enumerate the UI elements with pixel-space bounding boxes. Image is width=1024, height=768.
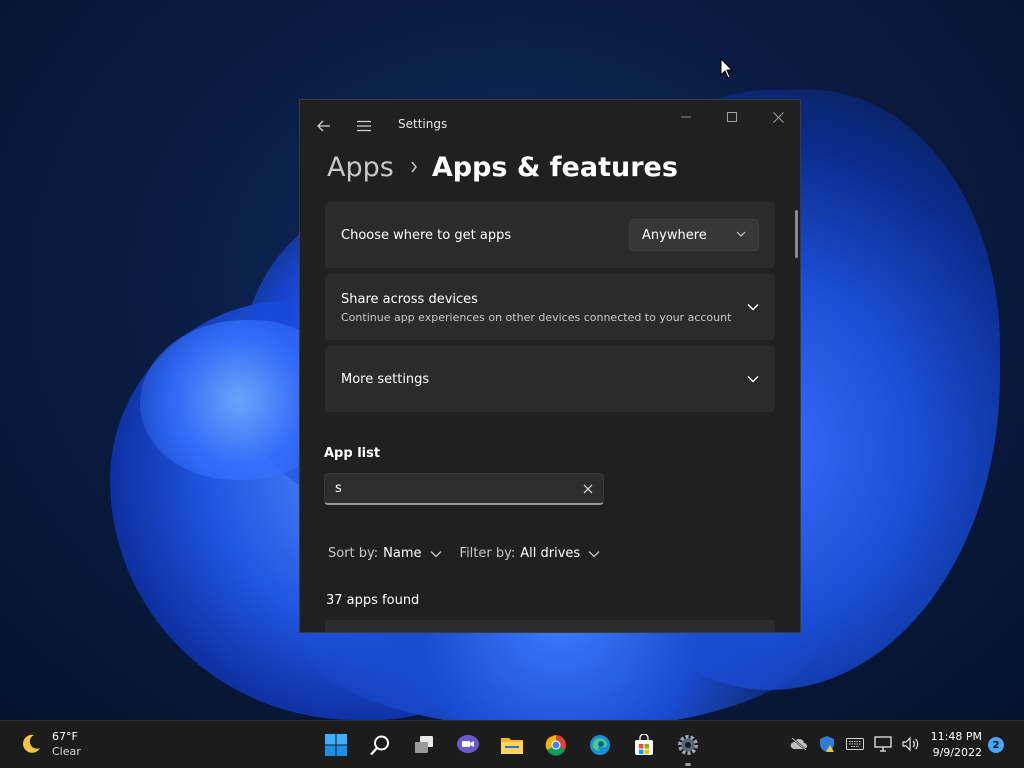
hamburger-icon: [357, 120, 371, 132]
share-across-devices-card[interactable]: Share across devices Continue app experi…: [325, 274, 775, 340]
maximize-icon: [727, 112, 737, 122]
card-title: Share across devices: [341, 292, 478, 307]
task-view-icon: [415, 736, 433, 753]
maximize-button[interactable]: [716, 102, 748, 132]
search-button[interactable]: [364, 729, 396, 761]
title-bar: Settings: [300, 100, 800, 148]
expand-chevron-down-icon[interactable]: [745, 299, 761, 315]
breadcrumb-chevron-right-icon: [410, 161, 418, 173]
back-arrow-icon: [317, 120, 330, 132]
onedrive-offline-icon[interactable]: [790, 735, 808, 753]
close-icon: [772, 111, 784, 123]
start-button[interactable]: [320, 729, 352, 761]
choose-where-to-get-apps-card: Choose where to get apps Anywhere: [325, 202, 775, 268]
settings-taskbar-button[interactable]: [672, 729, 704, 766]
edge-button[interactable]: [584, 729, 616, 761]
sort-label: Sort by:: [328, 546, 379, 561]
taskbar: 67°F Clear 11:48 PM 9/9/2022 2: [0, 720, 1024, 768]
security-warning-icon[interactable]: [818, 735, 836, 753]
filter-label: Filter by:: [459, 546, 516, 561]
system-tray: [790, 735, 930, 753]
card-title: More settings: [341, 372, 430, 387]
card-subtitle: Continue app experiences on other device…: [341, 311, 732, 324]
app-list-heading: App list: [324, 446, 381, 461]
breadcrumb-apps-link[interactable]: Apps: [327, 152, 394, 183]
weather-widget[interactable]: 67°F Clear: [20, 729, 81, 759]
page-title: Apps & features: [431, 151, 678, 183]
notification-badge[interactable]: 2: [988, 737, 1004, 753]
moon-icon: [23, 734, 40, 753]
volume-icon[interactable]: [902, 735, 920, 753]
more-settings-card[interactable]: More settings: [325, 346, 775, 412]
minimize-button[interactable]: [670, 102, 702, 132]
mouse-cursor-icon: [720, 58, 734, 79]
store-button[interactable]: [628, 729, 660, 761]
sort-value: Name: [383, 546, 422, 561]
close-button[interactable]: [762, 102, 794, 132]
navigation-menu-button[interactable]: [350, 112, 378, 140]
filter-dropdown[interactable]: Filter by: All drives: [460, 546, 601, 561]
keyboard-icon[interactable]: [846, 735, 864, 753]
start-icon: [325, 734, 347, 756]
clear-search-button[interactable]: [581, 482, 595, 496]
app-source-dropdown[interactable]: Anywhere: [629, 219, 759, 251]
window-title: Settings: [398, 117, 448, 131]
clock-time: 11:48 PM: [930, 730, 982, 743]
sort-dropdown[interactable]: Sort by: Name: [328, 546, 442, 561]
filter-value: All drives: [520, 546, 581, 561]
expand-chevron-down-icon[interactable]: [745, 371, 761, 387]
weather-condition: Clear: [52, 745, 81, 758]
settings-window: Settings Apps Apps & features Choose whe…: [299, 99, 801, 633]
network-icon[interactable]: [874, 735, 892, 753]
card-title: Choose where to get apps: [341, 228, 512, 243]
chevron-down-icon: [736, 231, 746, 237]
chevron-down-icon: [430, 550, 442, 558]
chevron-down-icon: [588, 550, 600, 558]
taskbar-clock[interactable]: 11:48 PM 9/9/2022: [928, 729, 982, 761]
back-button[interactable]: [310, 112, 338, 140]
search-icon: [370, 735, 389, 756]
sort-filter-row: Sort by: Name Filter by: All drives: [328, 546, 600, 561]
app-search-input[interactable]: [335, 481, 565, 496]
minimize-icon: [681, 116, 691, 118]
list-item[interactable]: [325, 620, 775, 632]
chat-icon: [457, 735, 479, 753]
settings-icon: [678, 735, 698, 755]
chrome-icon: [545, 735, 566, 756]
clock-date: 9/9/2022: [932, 746, 982, 759]
weather-temperature: 67°F: [52, 730, 78, 743]
taskbar-apps: [320, 729, 716, 766]
chat-button[interactable]: [452, 729, 484, 761]
chrome-button[interactable]: [540, 729, 572, 761]
scrollbar-thumb[interactable]: [795, 210, 798, 258]
dropdown-value: Anywhere: [642, 227, 707, 243]
task-view-button[interactable]: [408, 729, 440, 761]
edge-icon: [590, 735, 610, 755]
file-explorer-icon: [501, 738, 523, 754]
app-search-box[interactable]: [324, 473, 604, 505]
close-icon: [583, 484, 593, 494]
apps-found-count: 37 apps found: [326, 593, 420, 608]
file-explorer-button[interactable]: [496, 729, 528, 761]
store-icon: [635, 734, 653, 755]
breadcrumb: Apps Apps & features: [327, 147, 678, 187]
